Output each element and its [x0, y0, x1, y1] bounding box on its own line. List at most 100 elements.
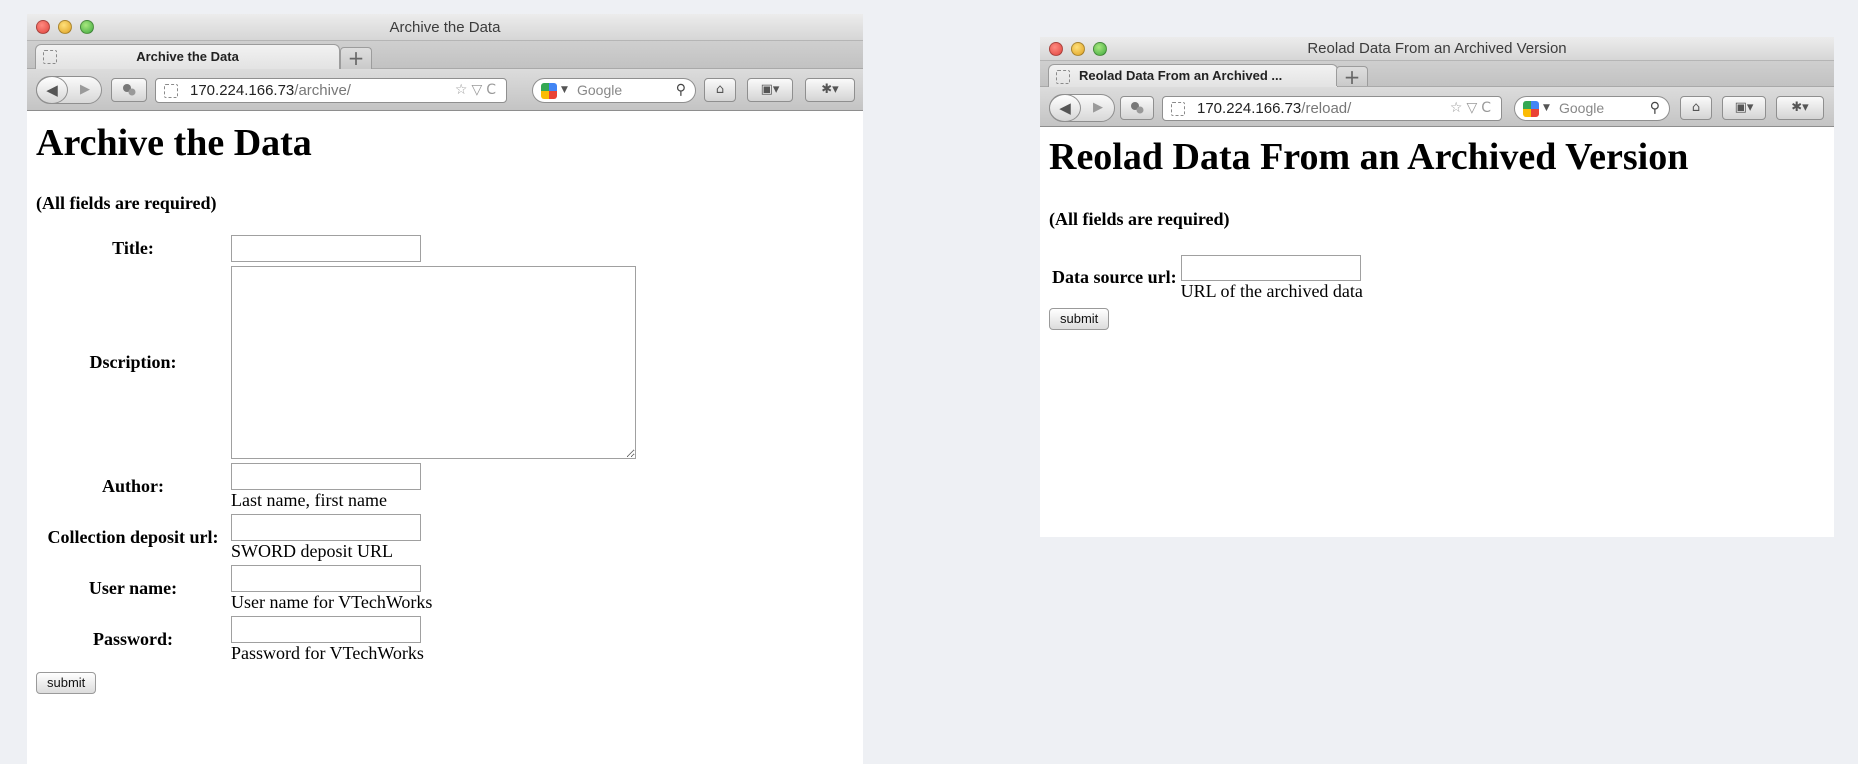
back-forward-group: ◀ ▶ [1049, 94, 1115, 122]
engine-dropdown-icon[interactable]: ▼ [561, 79, 568, 102]
history-dropdown-icon[interactable]: ▽ [471, 82, 486, 98]
tools-icon: ✱▾ [1791, 100, 1809, 115]
url-path: /reload/ [1301, 100, 1352, 117]
address-bar-icons: ☆▽C [455, 79, 500, 102]
tab-strip: Archive the Data + [27, 41, 863, 70]
bookmarks-button[interactable]: ▣▾ [747, 78, 793, 102]
traffic-lights [1049, 42, 1107, 56]
window-titlebar: Archive the Data [27, 14, 863, 41]
address-bar[interactable]: 170.224.166.73/reload/ ☆▽C [1162, 96, 1502, 121]
window-titlebar: Reolad Data From an Archived Version [1040, 37, 1834, 61]
data-source-url-label: Data source url: [1052, 267, 1177, 288]
bookmarks-button[interactable]: ▣▾ [1722, 96, 1766, 120]
minimize-window-button[interactable] [58, 20, 72, 34]
close-window-button[interactable] [1049, 42, 1063, 56]
browser-window-archive: Archive the Data Archive the Data + ◀ ▶ … [27, 14, 863, 764]
description-textarea[interactable] [231, 265, 636, 459]
required-note: (All fields are required) [36, 192, 217, 213]
tab-label: Archive the Data [136, 49, 239, 64]
submit-button[interactable]: submit [1049, 307, 1110, 330]
data-source-url-input[interactable] [1180, 254, 1361, 281]
site-favicon-icon [1171, 102, 1185, 116]
back-button[interactable]: ◀ [36, 76, 68, 104]
url-host: 170.224.166.73 [190, 82, 295, 99]
archive-form: Title: Dscription: Author: Last name, fi… [36, 232, 639, 666]
password-input[interactable] [231, 615, 421, 643]
tools-button[interactable]: ✱▾ [1776, 96, 1824, 120]
deposit-url-label: Collection deposit url: [47, 526, 219, 547]
submit-button[interactable]: submit [36, 671, 97, 694]
navigation-toolbar: ◀ ▶ 170.224.166.73/archive/ ☆▽C ▼ Google… [27, 69, 863, 111]
engine-dropdown-icon[interactable]: ▼ [1543, 97, 1550, 120]
google-engine-icon [541, 83, 557, 99]
tools-icon: ✱▾ [821, 82, 839, 97]
close-window-button[interactable] [36, 20, 50, 34]
search-placeholder: Google [1559, 100, 1605, 116]
form-row-username: User name: User name for VTechWorks [38, 564, 637, 613]
bookmarks-icon: ▣▾ [760, 82, 780, 97]
reload-icon[interactable]: C [486, 82, 500, 98]
google-engine-icon [1523, 101, 1539, 117]
forward-button[interactable]: ▶ [73, 77, 97, 103]
minimize-window-button[interactable] [1071, 42, 1085, 56]
username-input[interactable] [231, 564, 421, 592]
new-tab-button[interactable]: + [340, 47, 372, 69]
url-host: 170.224.166.73 [1197, 100, 1302, 117]
back-arrow-icon: ◀ [46, 81, 58, 99]
zoom-window-button[interactable] [80, 20, 94, 34]
address-bar-icons: ☆▽C [1450, 97, 1495, 120]
page-content: Archive the Data (All fields are require… [27, 111, 863, 704]
bookmarks-icon: ▣▾ [1734, 100, 1754, 115]
tab-reload[interactable]: Reolad Data From an Archived ... [1048, 64, 1338, 88]
title-input[interactable] [231, 234, 421, 262]
tools-button[interactable]: ✱▾ [805, 78, 855, 102]
forward-arrow-icon: ▶ [1093, 100, 1103, 115]
search-box[interactable]: ▼ Google ⚲ [532, 78, 696, 103]
url-path: /archive/ [294, 82, 351, 99]
history-dropdown-icon[interactable]: ▽ [1466, 100, 1481, 116]
form-row-author: Author: Last name, first name [38, 462, 637, 511]
deposit-url-input[interactable] [231, 513, 421, 541]
extensions-button[interactable] [1120, 96, 1154, 120]
window-title: Reolad Data From an Archived Version [1307, 40, 1567, 57]
site-favicon-icon [164, 84, 178, 98]
search-placeholder: Google [577, 82, 623, 98]
author-label: Author: [102, 475, 164, 496]
extensions-button[interactable] [111, 78, 147, 102]
deposit-url-hint: SWORD deposit URL [231, 540, 393, 561]
home-button[interactable]: ⌂ [704, 78, 736, 102]
tab-strip: Reolad Data From an Archived ... + [1040, 61, 1834, 88]
page-content: Reolad Data From an Archived Version (Al… [1040, 127, 1834, 340]
back-arrow-icon: ◀ [1059, 99, 1071, 117]
puzzle-icon [1131, 102, 1144, 114]
search-box[interactable]: ▼ Google ⚲ [1514, 96, 1670, 121]
zoom-window-button[interactable] [1093, 42, 1107, 56]
home-button[interactable]: ⌂ [1680, 96, 1712, 120]
form-row-password: Password: Password for VTechWorks [38, 615, 637, 664]
author-input[interactable] [231, 462, 421, 490]
data-source-url-hint: URL of the archived data [1180, 280, 1363, 301]
form-row-deposit-url: Collection deposit url: SWORD deposit UR… [38, 513, 637, 562]
forward-arrow-icon: ▶ [80, 82, 90, 97]
bookmark-star-icon[interactable]: ☆ [1450, 100, 1467, 116]
author-hint: Last name, first name [231, 489, 387, 510]
address-bar[interactable]: 170.224.166.73/archive/ ☆▽C [155, 78, 507, 103]
search-icon[interactable]: ⚲ [1650, 97, 1660, 120]
reload-icon[interactable]: C [1481, 100, 1495, 116]
puzzle-icon [123, 84, 136, 96]
back-button[interactable]: ◀ [1049, 94, 1081, 122]
title-label: Title: [112, 237, 154, 258]
search-icon[interactable]: ⚲ [676, 79, 686, 102]
forward-button[interactable]: ▶ [1086, 95, 1110, 121]
page-title: Archive the Data [36, 122, 312, 164]
navigation-toolbar: ◀ ▶ 170.224.166.73/reload/ ☆▽C ▼ Google … [1040, 87, 1834, 127]
page-title: Reolad Data From an Archived Version [1049, 136, 1689, 178]
password-hint: Password for VTechWorks [231, 642, 424, 663]
form-row-description: Dscription: [38, 265, 637, 460]
tab-archive[interactable]: Archive the Data [35, 44, 340, 70]
description-label: Dscription: [89, 351, 177, 372]
new-tab-button[interactable]: + [1336, 66, 1368, 87]
form-row-data-source-url: Data source url: URL of the archived dat… [1051, 254, 1364, 302]
bookmark-star-icon[interactable]: ☆ [455, 82, 472, 98]
tab-label: Reolad Data From an Archived ... [1079, 68, 1283, 83]
